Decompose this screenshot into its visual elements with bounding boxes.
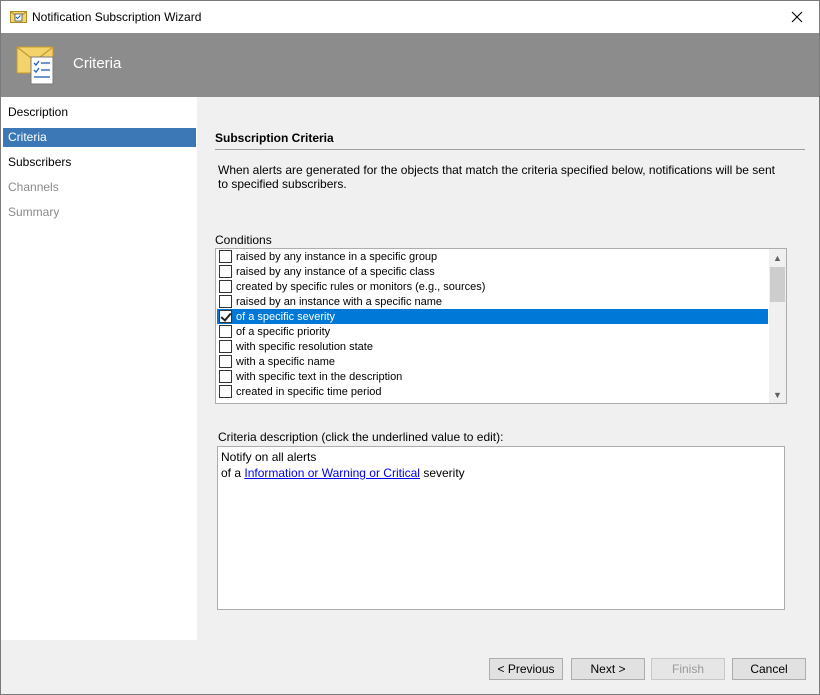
criteria-description-label: Criteria description (click the underlin… xyxy=(218,430,504,444)
criteria-prefix: of a xyxy=(221,466,245,480)
conditions-label: Conditions xyxy=(215,233,272,247)
condition-label: raised by any instance in a specific gro… xyxy=(236,250,438,263)
condition-item[interactable]: created in specific time period xyxy=(217,384,768,399)
condition-item[interactable]: of a specific priority xyxy=(217,324,768,339)
condition-checkbox[interactable] xyxy=(219,385,232,398)
title-bar: Notification Subscription Wizard xyxy=(1,1,819,33)
nav-step-channels: Channels xyxy=(8,180,59,194)
section-divider xyxy=(215,149,805,150)
scroll-down-icon[interactable]: ▼ xyxy=(769,386,786,403)
condition-item[interactable]: raised by an instance with a specific na… xyxy=(217,294,768,309)
nav-step-summary: Summary xyxy=(8,205,60,219)
section-title: Subscription Criteria xyxy=(215,131,334,145)
condition-label: of a specific priority xyxy=(236,325,331,338)
condition-checkbox[interactable] xyxy=(219,370,232,383)
close-button[interactable] xyxy=(775,1,819,33)
condition-checkbox[interactable] xyxy=(219,250,232,263)
condition-checkbox-checked[interactable] xyxy=(219,310,232,323)
condition-label: with specific resolution state xyxy=(236,340,373,353)
condition-label: raised by an instance with a specific na… xyxy=(236,295,443,308)
condition-label: with a specific name xyxy=(236,355,336,368)
condition-checkbox[interactable] xyxy=(219,265,232,278)
conditions-scrollbar[interactable]: ▲ ▼ xyxy=(769,249,786,403)
condition-label: of a specific severity xyxy=(236,310,336,323)
intro-text: When alerts are generated for the object… xyxy=(218,163,775,191)
wizard-steps-nav: Description Criteria Subscribers Channel… xyxy=(1,97,197,640)
condition-label: raised by any instance of a specific cla… xyxy=(236,265,435,278)
criteria-description-box: Notify on all alerts of a Information or… xyxy=(217,446,785,610)
condition-checkbox[interactable] xyxy=(219,340,232,353)
criteria-suffix: severity xyxy=(419,466,465,480)
condition-checkbox[interactable] xyxy=(219,295,232,308)
condition-item[interactable]: with specific text in the description xyxy=(217,369,768,384)
condition-checkbox[interactable] xyxy=(219,325,232,338)
header-banner: Criteria xyxy=(1,33,819,97)
condition-checkbox[interactable] xyxy=(219,355,232,368)
nav-step-criteria[interactable]: Criteria xyxy=(3,128,196,147)
condition-item[interactable]: raised by any instance in a specific gro… xyxy=(217,249,768,264)
condition-label: created by specific rules or monitors (e… xyxy=(236,280,486,293)
envelope-checklist-icon xyxy=(15,43,59,87)
criteria-line-2: of a Information or Warning or Critical … xyxy=(221,465,781,481)
condition-item[interactable]: with specific resolution state xyxy=(217,339,768,354)
condition-item-selected[interactable]: of a specific severity xyxy=(217,309,768,324)
criteria-line-1: Notify on all alerts xyxy=(221,450,317,464)
condition-label: created in specific time period xyxy=(236,385,382,398)
condition-item[interactable]: created by specific rules or monitors (e… xyxy=(217,279,768,294)
conditions-list[interactable]: raised by any instance in a specific gro… xyxy=(215,248,787,404)
cancel-button[interactable]: Cancel xyxy=(732,658,806,680)
condition-item[interactable]: with a specific name xyxy=(217,354,768,369)
nav-step-subscribers[interactable]: Subscribers xyxy=(3,153,196,172)
previous-button[interactable]: < Previous xyxy=(489,658,563,680)
window-title: Notification Subscription Wizard xyxy=(32,10,202,24)
condition-item[interactable]: raised by any instance of a specific cla… xyxy=(217,264,768,279)
finish-button: Finish xyxy=(651,658,725,680)
wizard-footer: < Previous Next > Finish Cancel xyxy=(1,640,819,694)
next-button[interactable]: Next > xyxy=(571,658,645,680)
condition-label: with specific text in the description xyxy=(236,370,403,383)
page-heading: Criteria xyxy=(73,55,122,72)
main-panel: Subscription Criteria When alerts are ge… xyxy=(197,97,819,640)
condition-checkbox[interactable] xyxy=(219,280,232,293)
scroll-thumb[interactable] xyxy=(770,267,785,302)
scroll-up-icon[interactable]: ▲ xyxy=(769,249,786,266)
wizard-window: Notification Subscription Wizard Criteri… xyxy=(0,0,820,695)
nav-step-description[interactable]: Description xyxy=(3,103,196,122)
severity-value-link[interactable]: Information or Warning or Critical xyxy=(244,466,420,480)
wizard-envelope-icon xyxy=(10,9,27,24)
close-icon xyxy=(791,11,803,23)
